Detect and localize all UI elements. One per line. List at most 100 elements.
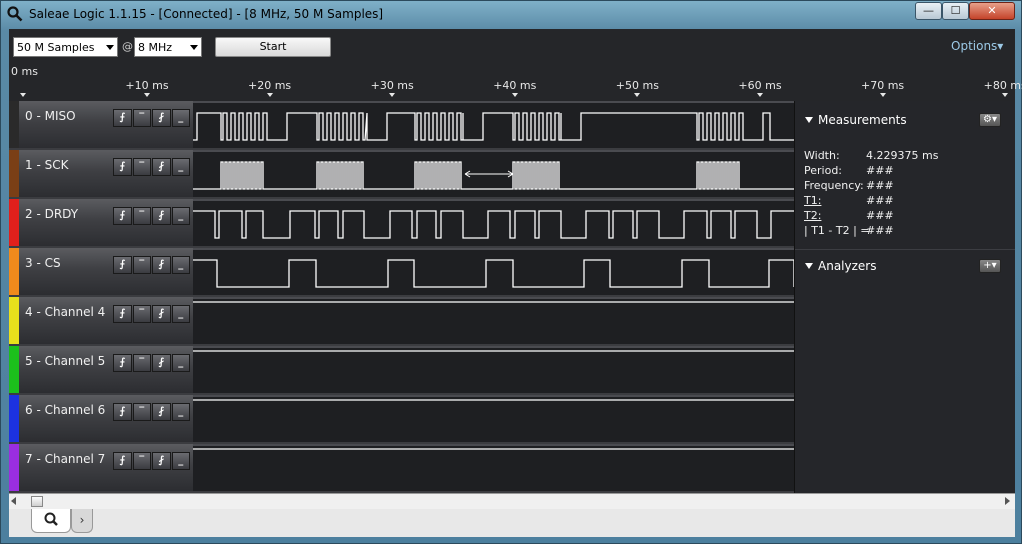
bottom-tab-bar: › — [9, 509, 1015, 537]
high-level-trigger-icon[interactable]: ‾ — [132, 354, 151, 372]
close-button[interactable]: ✕ — [969, 2, 1015, 20]
low-level-trigger-icon[interactable]: _ — [171, 305, 190, 323]
rising-edge-trigger-icon[interactable]: ⨍ — [113, 109, 132, 127]
falling-edge-trigger-icon[interactable]: ⨏ — [152, 109, 171, 127]
high-level-trigger-icon[interactable]: ‾ — [132, 403, 151, 421]
high-level-trigger-icon[interactable]: ‾ — [132, 256, 151, 274]
channel-color-stripe — [9, 248, 19, 295]
rising-edge-trigger-icon[interactable]: ⨍ — [113, 403, 132, 421]
waveform-trace — [193, 112, 794, 141]
waveform-trace — [193, 399, 794, 401]
rising-edge-trigger-icon[interactable]: ⨍ — [113, 158, 132, 176]
channel-label-panel[interactable]: 1 - SCK ⨍ ‾ ⨏ _ — [9, 150, 193, 197]
waveform-area[interactable] — [193, 101, 794, 148]
tick-mark — [879, 93, 886, 97]
low-level-trigger-icon[interactable]: _ — [171, 452, 190, 470]
high-level-trigger-icon[interactable]: ‾ — [132, 452, 151, 470]
falling-edge-trigger-icon[interactable]: ⨏ — [152, 452, 171, 470]
side-panel: Measurements ⚙▾ Width: 4.229375 ms Period:… — [794, 101, 1015, 493]
channel-label-panel[interactable]: 5 - Channel 5 ⨍ ‾ ⨏ _ — [9, 346, 193, 393]
time-ruler[interactable]: 0 ms +10 ms +20 ms +30 ms +40 ms +50 ms +60 m… — [9, 63, 1022, 101]
horizontal-scrollbar[interactable] — [9, 493, 1015, 509]
waveform-trace — [193, 161, 794, 190]
waveform-area[interactable] — [193, 346, 794, 393]
falling-edge-trigger-icon[interactable]: ⨏ — [152, 305, 171, 323]
measurement-label[interactable]: T2: — [804, 209, 821, 222]
maximize-button[interactable]: ☐ — [942, 2, 969, 20]
add-analyzer-button[interactable]: +▾ — [979, 259, 1001, 273]
low-level-trigger-icon[interactable]: _ — [171, 207, 190, 225]
channel-color-stripe — [9, 199, 19, 246]
waveform-area[interactable] — [193, 297, 794, 344]
channel-name: 2 - DRDY — [25, 207, 79, 221]
high-level-trigger-icon[interactable]: ‾ — [132, 109, 151, 127]
measurement-label[interactable]: T1: — [804, 194, 821, 207]
waveform-area[interactable] — [193, 248, 794, 295]
minimize-icon: — — [923, 4, 934, 17]
scroll-right-icon[interactable] — [1005, 497, 1010, 505]
signal-path — [193, 161, 794, 190]
rising-edge-trigger-icon[interactable]: ⨍ — [113, 452, 132, 470]
low-level-trigger-icon[interactable]: _ — [171, 256, 190, 274]
channel-row: 7 - Channel 7 ⨍ ‾ ⨏ _ — [9, 444, 794, 493]
tick-label: +50 ms — [615, 79, 659, 92]
high-level-trigger-icon[interactable]: ‾ — [132, 158, 151, 176]
low-level-trigger-icon[interactable]: _ — [171, 109, 190, 127]
scroll-left-icon[interactable] — [11, 497, 16, 505]
toolbar: 50 M Samples @ 8 MHz Start Options▾ — [9, 29, 1015, 63]
low-level-trigger-icon[interactable]: _ — [171, 158, 190, 176]
trigger-buttons: ⨍ ‾ ⨏ _ — [113, 207, 190, 225]
falling-edge-trigger-icon[interactable]: ⨏ — [152, 158, 171, 176]
falling-edge-trigger-icon[interactable]: ⨏ — [152, 354, 171, 372]
high-level-trigger-icon[interactable]: ‾ — [132, 305, 151, 323]
chevron-down-icon — [106, 45, 114, 50]
trigger-buttons: ⨍ ‾ ⨏ _ — [113, 305, 190, 323]
tick-label: +10 ms — [125, 79, 169, 92]
options-menu[interactable]: Options▾ — [951, 39, 1003, 53]
measurements-header[interactable]: Measurements — [805, 113, 907, 127]
measurement-value: ### — [866, 179, 894, 192]
tab-search[interactable] — [31, 509, 71, 533]
waveform-area[interactable] — [193, 395, 794, 442]
waveform-area[interactable] — [193, 444, 794, 491]
channel-label-panel[interactable]: 0 - MISO ⨍ ‾ ⨏ _ — [9, 101, 193, 148]
low-level-trigger-icon[interactable]: _ — [171, 354, 190, 372]
rising-edge-trigger-icon[interactable]: ⨍ — [113, 354, 132, 372]
waveform-trace — [193, 448, 794, 450]
channel-name: 6 - Channel 6 — [25, 403, 106, 417]
panel-divider — [795, 249, 1015, 250]
samples-value: 50 M Samples — [17, 41, 95, 54]
high-level-trigger-icon[interactable]: ‾ — [132, 207, 151, 225]
channel-row: 1 - SCK ⨍ ‾ ⨏ _ — [9, 150, 794, 199]
falling-edge-trigger-icon[interactable]: ⨏ — [152, 256, 171, 274]
waveform-area[interactable] — [193, 199, 794, 246]
scroll-thumb[interactable] — [31, 496, 43, 507]
waveform-area[interactable] — [193, 150, 794, 197]
sample-rate-select[interactable]: 8 MHz — [134, 37, 202, 57]
measurements-settings-button[interactable]: ⚙▾ — [979, 113, 1001, 127]
low-level-trigger-icon[interactable]: _ — [171, 403, 190, 421]
rising-edge-trigger-icon[interactable]: ⨍ — [113, 305, 132, 323]
rising-edge-trigger-icon[interactable]: ⨍ — [113, 256, 132, 274]
channel-label-panel[interactable]: 6 - Channel 6 ⨍ ‾ ⨏ _ — [9, 395, 193, 442]
signal-path — [193, 259, 794, 288]
waveform-trace — [193, 259, 794, 288]
analyzers-header[interactable]: Analyzers — [805, 259, 876, 273]
falling-edge-trigger-icon[interactable]: ⨏ — [152, 403, 171, 421]
falling-edge-trigger-icon[interactable]: ⨏ — [152, 207, 171, 225]
samples-select[interactable]: 50 M Samples — [13, 37, 118, 57]
channel-label-panel[interactable]: 7 - Channel 7 ⨍ ‾ ⨏ _ — [9, 444, 193, 491]
rising-edge-trigger-icon[interactable]: ⨍ — [113, 207, 132, 225]
tick-mark — [144, 93, 150, 97]
start-button[interactable]: Start — [215, 37, 331, 57]
channel-label-panel[interactable]: 3 - CS ⨍ ‾ ⨏ _ — [9, 248, 193, 295]
next-tab-chevron-icon[interactable]: › — [71, 509, 93, 533]
measurement-label: Period: — [804, 164, 843, 177]
channel-label-panel[interactable]: 2 - DRDY ⨍ ‾ ⨏ _ — [9, 199, 193, 246]
measurement-value: ### — [866, 164, 894, 177]
minimize-button[interactable]: — — [915, 2, 942, 20]
tick-label: +60 ms — [738, 79, 782, 92]
tick-mark — [511, 93, 518, 97]
channel-label-panel[interactable]: 4 - Channel 4 ⨍ ‾ ⨏ _ — [9, 297, 193, 344]
main-client: 50 M Samples @ 8 MHz Start Options▾ 0 ms… — [9, 29, 1022, 537]
